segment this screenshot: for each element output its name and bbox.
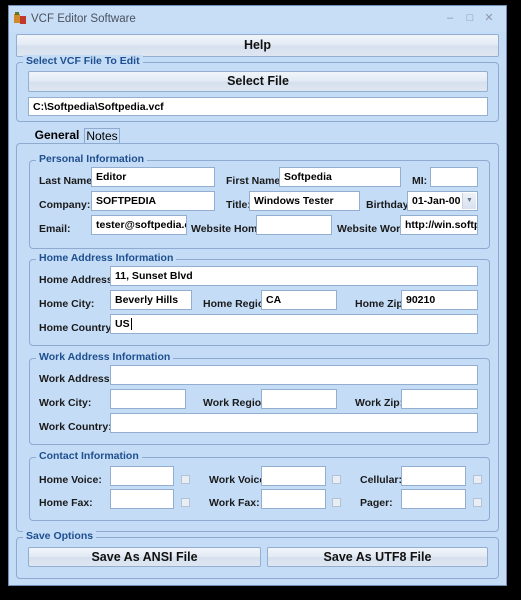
home-fax-input[interactable] xyxy=(110,489,174,509)
first-name-label: First Name: xyxy=(226,175,284,187)
last-name-label: Last Name: xyxy=(39,175,96,187)
personal-info-legend: Personal Information xyxy=(36,153,148,165)
cellular-label: Cellular: xyxy=(360,474,403,486)
pager-input[interactable] xyxy=(401,489,466,509)
work-voice-label: Work Voice: xyxy=(209,474,269,486)
help-button[interactable]: Help xyxy=(16,34,499,57)
work-city-label: Work City: xyxy=(39,397,92,409)
home-city-label: Home City: xyxy=(39,298,95,310)
birthday-picker[interactable]: 01-Jan-00 ▼ xyxy=(407,191,478,211)
save-ansi-button[interactable]: Save As ANSI File xyxy=(28,547,261,567)
home-country-label: Home Country: xyxy=(39,322,115,334)
birthday-label: Birthday: xyxy=(366,199,413,211)
work-voice-input[interactable] xyxy=(261,466,326,486)
select-file-legend: Select VCF File To Edit xyxy=(23,55,143,67)
work-fax-label: Work Fax: xyxy=(209,497,260,509)
tab-notes[interactable]: Notes xyxy=(84,128,120,143)
tab-general[interactable]: General xyxy=(31,127,83,144)
minimize-button[interactable]: – xyxy=(441,11,459,25)
home-country-input[interactable]: US xyxy=(110,314,478,334)
cellular-input[interactable] xyxy=(401,466,466,486)
home-region-input[interactable]: CA xyxy=(261,290,337,310)
work-city-input[interactable] xyxy=(110,389,186,409)
home-voice-label: Home Voice: xyxy=(39,474,102,486)
website-work-input[interactable]: http://win.softpedi xyxy=(400,215,478,235)
title-label: Title: xyxy=(226,199,251,211)
text-cursor xyxy=(130,318,132,331)
work-zip-label: Work Zip: xyxy=(355,397,404,409)
work-fax-checkbox[interactable] xyxy=(332,498,341,507)
work-country-label: Work Country: xyxy=(39,421,112,433)
save-options-legend: Save Options xyxy=(23,530,97,542)
work-country-input[interactable] xyxy=(110,413,478,433)
work-fax-input[interactable] xyxy=(261,489,326,509)
contact-info-legend: Contact Information xyxy=(36,450,142,462)
home-fax-checkbox[interactable] xyxy=(181,498,190,507)
work-address-label: Work Address: xyxy=(39,373,114,385)
app-icon xyxy=(14,12,26,24)
work-zip-input[interactable] xyxy=(401,389,478,409)
home-address-input[interactable]: 11, Sunset Blvd xyxy=(110,266,478,286)
mi-label: MI: xyxy=(412,175,428,187)
website-work-label: Website Work: xyxy=(337,223,410,235)
work-voice-checkbox[interactable] xyxy=(332,475,341,484)
home-fax-label: Home Fax: xyxy=(39,497,93,509)
app-window: VCF Editor Software – □ ✕ Help Select VC… xyxy=(8,5,507,586)
email-input[interactable]: tester@softpedia.con xyxy=(91,215,187,235)
home-address-legend: Home Address Information xyxy=(36,252,177,264)
email-label: Email: xyxy=(39,223,71,235)
website-home-input[interactable] xyxy=(256,215,332,235)
company-input[interactable]: SOFTPEDIA xyxy=(91,191,215,211)
maximize-button[interactable]: □ xyxy=(461,11,479,25)
home-voice-checkbox[interactable] xyxy=(181,475,190,484)
company-label: Company: xyxy=(39,199,91,211)
home-zip-label: Home Zip: xyxy=(355,298,407,310)
work-region-input[interactable] xyxy=(261,389,337,409)
file-path-input[interactable]: C:\Softpedia\Softpedia.vcf xyxy=(28,97,488,116)
save-utf8-button[interactable]: Save As UTF8 File xyxy=(267,547,488,567)
select-file-button[interactable]: Select File xyxy=(28,71,488,92)
first-name-input[interactable]: Softpedia xyxy=(279,167,401,187)
birthday-value: 01-Jan-00 xyxy=(412,195,461,207)
home-address-label: Home Address: xyxy=(39,274,117,286)
close-button[interactable]: ✕ xyxy=(480,11,498,25)
mi-input[interactable] xyxy=(430,167,478,187)
home-zip-input[interactable]: 90210 xyxy=(401,290,478,310)
work-address-legend: Work Address Information xyxy=(36,351,174,363)
window-title: VCF Editor Software xyxy=(31,13,136,25)
dropdown-arrow-icon[interactable]: ▼ xyxy=(462,193,476,209)
last-name-input[interactable]: Editor xyxy=(91,167,215,187)
home-city-input[interactable]: Beverly Hills xyxy=(110,290,192,310)
home-country-value: US xyxy=(115,318,130,330)
pager-label: Pager: xyxy=(360,497,393,509)
work-address-input[interactable] xyxy=(110,365,478,385)
title-bar[interactable]: VCF Editor Software – □ ✕ xyxy=(9,6,506,32)
cellular-checkbox[interactable] xyxy=(473,475,482,484)
pager-checkbox[interactable] xyxy=(473,498,482,507)
home-voice-input[interactable] xyxy=(110,466,174,486)
title-input[interactable]: Windows Tester xyxy=(249,191,360,211)
